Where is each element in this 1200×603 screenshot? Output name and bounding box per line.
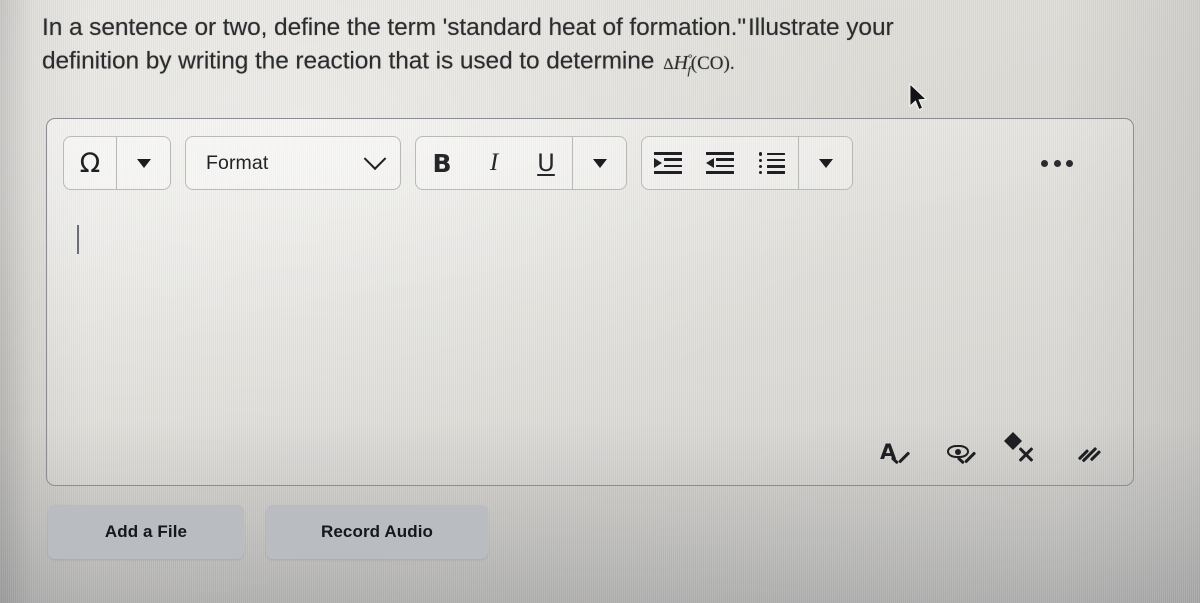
resize-handle[interactable]	[1077, 441, 1113, 477]
formula-period: .	[729, 52, 735, 74]
species-label: (CO)	[690, 52, 730, 74]
chevron-down-icon	[363, 147, 387, 171]
bold-button[interactable]: B	[416, 137, 468, 189]
record-audio-button[interactable]: Record Audio	[266, 505, 488, 559]
spell-checker-button[interactable]: A	[880, 441, 915, 477]
ellipsis-dot-icon	[1041, 159, 1048, 167]
insert-special-character-button[interactable]: Ω	[64, 137, 116, 189]
underline-icon: U	[537, 149, 555, 177]
accessibility-checker-button[interactable]	[947, 441, 981, 477]
underline-button[interactable]: U	[520, 137, 572, 189]
indent-increase-icon	[654, 152, 682, 174]
mouse-arrow-cursor	[909, 83, 928, 111]
question-prompt: In a sentence or two, define the term 's…	[42, 12, 1107, 86]
editor-status-bar: A	[880, 432, 1119, 477]
checkmark-icon	[891, 454, 908, 463]
italic-button[interactable]: I	[468, 137, 520, 189]
question-line-2: definition by writing the reaction that …	[42, 47, 655, 75]
list-menu-button[interactable]	[798, 137, 852, 189]
italic-icon: I	[489, 149, 499, 176]
caret-down-icon	[136, 158, 151, 168]
omega-icon: Ω	[79, 147, 101, 179]
ellipsis-dot-icon	[1053, 159, 1061, 167]
editor-text-area[interactable]	[61, 205, 1119, 429]
toolbar-group-lists-and-indent	[641, 136, 853, 190]
enthalpy-symbol: H	[673, 51, 689, 74]
text-style-menu-button[interactable]	[572, 137, 626, 189]
format-dropdown[interactable]: Format	[185, 136, 401, 190]
rich-content-editor-page: In a sentence or two, define the term 's…	[0, 0, 1200, 603]
bulleted-list-button[interactable]	[746, 137, 798, 189]
delta-symbol: Δ	[663, 55, 674, 73]
chemistry-formula: ΔH°f(CO).	[663, 51, 735, 77]
ellipsis-dot-icon	[1066, 159, 1073, 167]
add-a-file-button[interactable]: Add a File	[48, 505, 244, 559]
special-character-menu-button[interactable]	[116, 137, 170, 189]
fullscreen-button[interactable]	[1004, 432, 1047, 477]
indent-decrease-icon	[706, 152, 734, 174]
increase-indent-button[interactable]	[642, 137, 694, 189]
checkmark-icon	[957, 454, 974, 463]
decrease-indent-button[interactable]	[694, 137, 746, 189]
question-line-1-tail: Illustrate your	[747, 14, 894, 41]
editor-toolbar: Ω Format B I U	[63, 135, 1119, 191]
toolbar-group-special-characters: Ω	[63, 136, 171, 190]
format-dropdown-label: Format	[206, 151, 269, 174]
toolbar-group-text-style: B I U	[415, 136, 627, 190]
more-options-button[interactable]	[1041, 159, 1091, 167]
question-line-1: In a sentence or two, define the term 's…	[42, 14, 746, 41]
caret-down-icon	[592, 158, 607, 168]
text-caret	[77, 225, 80, 254]
bulleted-list-icon	[759, 152, 785, 175]
caret-down-icon	[818, 158, 833, 168]
bold-icon: B	[432, 148, 452, 178]
editor-action-buttons: Add a File Record Audio	[48, 505, 488, 559]
rich-content-editor-frame: Ω Format B I U A	[46, 118, 1134, 486]
